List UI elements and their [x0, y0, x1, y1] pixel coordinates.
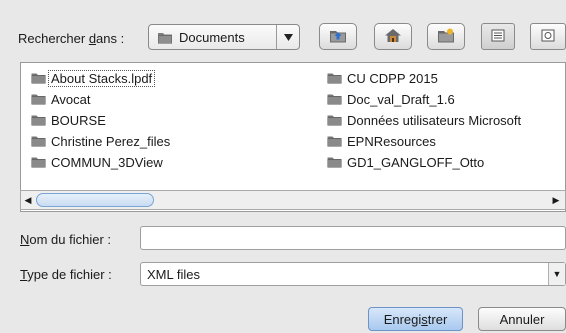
home-button[interactable]: [374, 23, 412, 50]
home-icon: [384, 28, 402, 46]
new-folder-icon: [437, 28, 455, 46]
list-item[interactable]: Doc_val_Draft_1.6: [327, 90, 455, 108]
list-view-button[interactable]: [481, 23, 515, 50]
new-folder-button[interactable]: [427, 23, 465, 50]
save-button[interactable]: Enregi s trer: [368, 307, 463, 331]
cancel-button[interactable]: Annuler: [478, 307, 566, 331]
folder-icon: [31, 156, 46, 168]
filetype-label: Type de fichier :: [20, 267, 112, 282]
up-folder-icon: [329, 28, 347, 46]
look-in-combobox[interactable]: Documents: [148, 24, 300, 50]
chevron-down-icon[interactable]: [276, 25, 299, 49]
folder-icon: [31, 135, 46, 147]
details-view-button[interactable]: [530, 23, 566, 50]
list-item[interactable]: CU CDPP 2015: [327, 69, 438, 87]
list-item[interactable]: COMMUN_3DView: [31, 153, 163, 171]
list-view-icon: [491, 29, 505, 45]
scrollbar-thumb[interactable]: [36, 193, 154, 207]
scroll-left-icon[interactable]: ◀: [23, 194, 33, 206]
list-item[interactable]: Données utilisateurs Microsoft: [327, 111, 521, 129]
folder-icon: [327, 156, 342, 168]
list-item[interactable]: Christine Perez_files: [31, 132, 170, 150]
folder-icon: [327, 93, 342, 105]
filename-field[interactable]: [140, 226, 566, 250]
filetype-select[interactable]: XML files ▼: [140, 262, 566, 286]
save-dialog: Rechercher dans : Documents About Stacks…: [0, 0, 566, 333]
folder-icon: [31, 72, 46, 84]
list-item[interactable]: GD1_GANGLOFF_Otto: [327, 153, 484, 171]
list-item[interactable]: BOURSE: [31, 111, 106, 129]
up-folder-button[interactable]: [319, 23, 357, 50]
scroll-right-icon[interactable]: ▶: [549, 194, 563, 206]
look-in-label: Rechercher dans :: [18, 31, 125, 46]
folder-icon: [31, 114, 46, 126]
filetype-value: XML files: [147, 267, 200, 282]
folder-icon: [327, 135, 342, 147]
details-view-icon: [541, 29, 555, 45]
filename-label: Nom du fichier :: [20, 232, 112, 247]
list-item[interactable]: EPNResources: [327, 132, 436, 150]
folder-icon: [157, 31, 173, 47]
list-item[interactable]: About Stacks.lpdf: [31, 69, 156, 87]
folder-icon: [31, 93, 46, 105]
list-item[interactable]: Avocat: [31, 90, 91, 108]
folder-icon: [327, 114, 342, 126]
horizontal-scrollbar[interactable]: ◀ ▶: [20, 190, 566, 210]
folder-icon: [327, 72, 342, 84]
chevron-down-icon[interactable]: ▼: [548, 263, 565, 285]
look-in-value: Documents: [179, 30, 245, 45]
